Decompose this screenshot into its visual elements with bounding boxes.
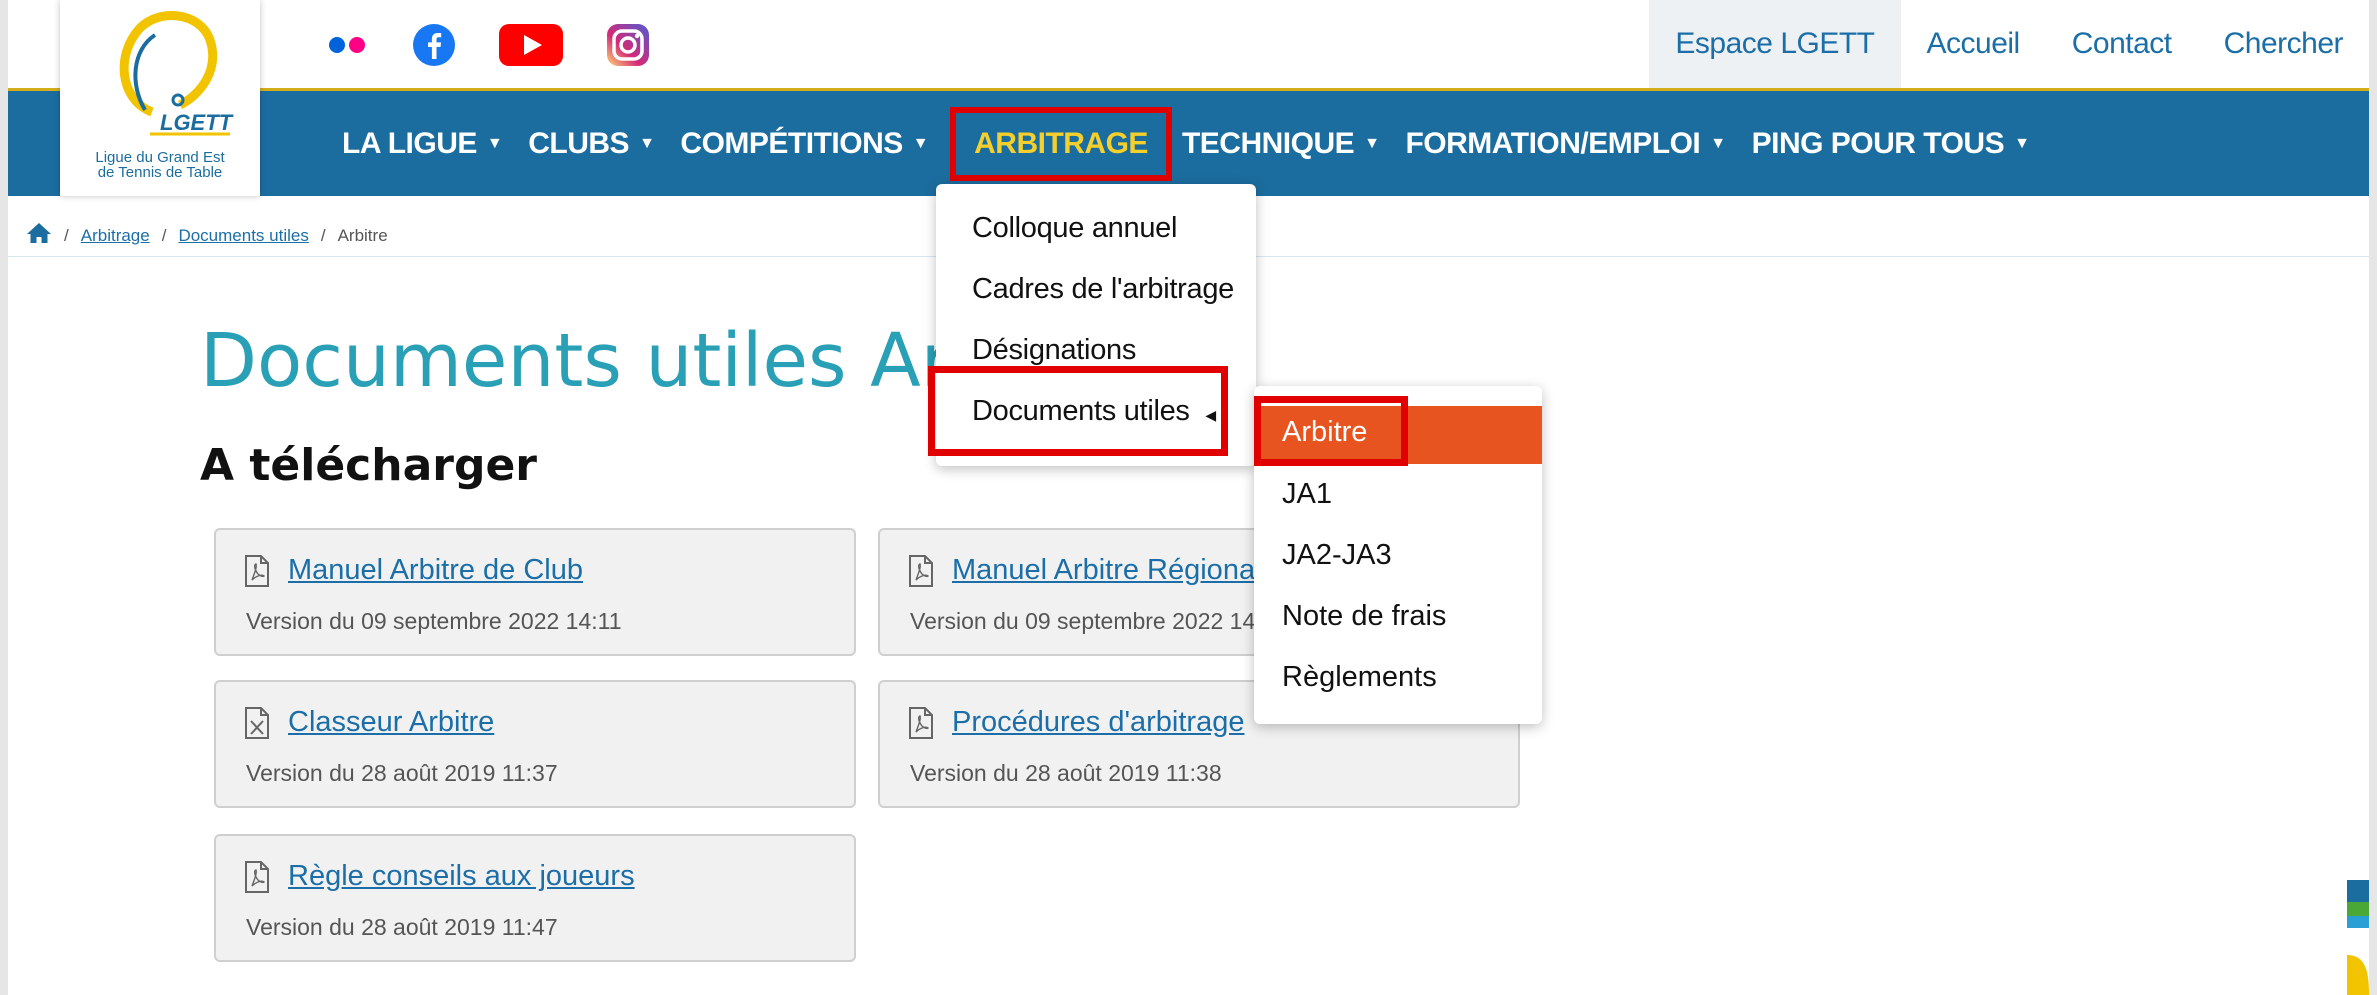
nav-item-label: COMPÉTITIONS bbox=[680, 126, 903, 160]
top-bar: Espace LGETT Accueil Contact Chercher bbox=[8, 0, 2369, 88]
caret-down-icon: ▼ bbox=[2014, 134, 2030, 152]
document-card: Manuel Arbitre de Club Version du 09 sep… bbox=[214, 528, 856, 656]
nav-item-label: ARBITRAGE bbox=[974, 126, 1148, 160]
nav-item-formation-emploi[interactable]: FORMATION/EMPLOI ▼ bbox=[1405, 126, 1726, 161]
instagram-icon[interactable] bbox=[606, 23, 650, 67]
document-title: Procédures d'arbitrage bbox=[952, 706, 1245, 738]
menu-item-designations[interactable]: Désignations bbox=[972, 334, 1136, 367]
menu-item-colloque-annuel[interactable]: Colloque annuel bbox=[972, 212, 1177, 245]
utility-nav: Espace LGETT Accueil Contact Chercher bbox=[1649, 0, 2369, 88]
nav-item-label: PING POUR TOUS bbox=[1751, 126, 2005, 160]
nav-item-label: FORMATION/EMPLOI bbox=[1405, 126, 1701, 160]
arbitre-highlight bbox=[1254, 396, 1408, 466]
document-link[interactable]: Manuel Arbitre Régional bbox=[908, 554, 1262, 587]
nav-item-ping-pour-tous[interactable]: PING POUR TOUS ▼ bbox=[1752, 127, 2030, 161]
nav-item-label: TECHNIQUE bbox=[1181, 126, 1355, 160]
document-title: Règle conseils aux joueurs bbox=[288, 860, 635, 892]
document-title: Manuel Arbitre Régional bbox=[952, 554, 1262, 586]
breadcrumb-separator: / bbox=[64, 225, 69, 245]
home-icon[interactable] bbox=[26, 222, 52, 249]
document-title: Classeur Arbitre bbox=[288, 706, 495, 738]
excel-icon bbox=[245, 706, 269, 739]
facebook-icon[interactable] bbox=[412, 23, 456, 67]
breadcrumb-documents-utiles[interactable]: Documents utiles bbox=[178, 226, 308, 246]
document-version: Version du 09 septembre 2022 14:11 bbox=[246, 608, 622, 634]
pdf-icon bbox=[909, 706, 933, 739]
accueil-link[interactable]: Accueil bbox=[1901, 0, 2046, 88]
document-title: Manuel Arbitre de Club bbox=[288, 554, 583, 586]
nav-item-label: LA LIGUE bbox=[342, 126, 477, 160]
site-logo[interactable]: LGETT Ligue du Grand Est de Tennis de Ta… bbox=[60, 0, 260, 196]
document-card: Classeur Arbitre Version du 28 août 2019… bbox=[214, 680, 856, 808]
caret-down-icon: ▼ bbox=[912, 134, 929, 152]
decorative-corner-graphic bbox=[2347, 880, 2369, 995]
caret-down-icon: ▼ bbox=[639, 134, 655, 152]
document-link[interactable]: Classeur Arbitre bbox=[244, 706, 494, 739]
caret-down-icon: ▼ bbox=[1710, 134, 1726, 152]
document-version: Version du 28 août 2019 11:38 bbox=[910, 760, 1222, 786]
nav-item-competitions[interactable]: COMPÉTITIONS ▼ bbox=[680, 127, 928, 161]
menu-item-cadres-arbitrage[interactable]: Cadres de l'arbitrage bbox=[972, 273, 1234, 306]
logo-brand: LGETT bbox=[160, 110, 234, 135]
submenu-item-reglements[interactable]: Règlements bbox=[1282, 661, 1437, 694]
caret-down-icon: ▼ bbox=[486, 134, 503, 152]
logo-caption-line1: Ligue du Grand Est bbox=[95, 149, 225, 166]
document-link[interactable]: Règle conseils aux joueurs bbox=[244, 860, 635, 893]
main-nav: LA LIGUE ▼ CLUBS ▼ COMPÉTITIONS ▼ ARBITRAGE… bbox=[342, 91, 2055, 196]
chercher-link[interactable]: Chercher bbox=[2198, 0, 2369, 88]
espace-lgett-link[interactable]: Espace LGETT bbox=[1649, 0, 1901, 88]
contact-link[interactable]: Contact bbox=[2046, 0, 2198, 88]
pdf-icon bbox=[245, 554, 269, 587]
logo-caption-line2: de Tennis de Table bbox=[97, 164, 223, 181]
nav-item-arbitrage[interactable]: ARBITRAGE bbox=[950, 106, 1172, 181]
logo-caption: Ligue du Grand Est de Tennis de Table bbox=[60, 150, 260, 180]
breadcrumb-separator: / bbox=[320, 225, 326, 245]
breadcrumb-arbitrage[interactable]: Arbitrage bbox=[81, 226, 150, 246]
document-link[interactable]: Procédures d'arbitrage bbox=[908, 706, 1244, 739]
pdf-icon bbox=[245, 860, 269, 893]
submenu-item-ja2-ja3[interactable]: JA2-JA3 bbox=[1282, 539, 1392, 572]
submenu-item-note-de-frais[interactable]: Note de frais bbox=[1282, 600, 1446, 633]
page: Espace LGETT Accueil Contact Chercher LA… bbox=[8, 0, 2369, 995]
youtube-icon[interactable] bbox=[498, 22, 564, 68]
nav-item-clubs[interactable]: CLUBS ▼ bbox=[528, 126, 655, 161]
breadcrumb: / Arbitrage / Documents utiles / Arbitre bbox=[26, 222, 388, 249]
nav-item-la-ligue[interactable]: LA LIGUE ▼ bbox=[342, 126, 503, 161]
flickr-icon[interactable] bbox=[326, 35, 370, 55]
breadcrumb-current: Arbitre bbox=[337, 225, 388, 245]
social-links bbox=[326, 22, 650, 68]
document-link[interactable]: Manuel Arbitre de Club bbox=[244, 554, 583, 587]
section-title: A télécharger bbox=[200, 440, 538, 491]
document-version: Version du 28 août 2019 11:37 bbox=[246, 760, 558, 786]
documents-utiles-highlight bbox=[928, 366, 1228, 456]
caret-down-icon: ▼ bbox=[1364, 134, 1380, 152]
document-card: Règle conseils aux joueurs Version du 28… bbox=[214, 834, 856, 962]
lgett-logo-icon: LGETT bbox=[119, 11, 234, 136]
pdf-icon bbox=[909, 554, 933, 587]
breadcrumb-separator: / bbox=[161, 225, 167, 245]
nav-item-label: CLUBS bbox=[528, 126, 630, 160]
document-version: Version du 09 septembre 2022 14:11 bbox=[910, 608, 1286, 634]
submenu-item-ja1[interactable]: JA1 bbox=[1282, 478, 1332, 511]
main-navbar: LA LIGUE ▼ CLUBS ▼ COMPÉTITIONS ▼ ARBITRAGE… bbox=[8, 88, 2369, 196]
document-version: Version du 28 août 2019 11:47 bbox=[246, 914, 558, 940]
nav-item-technique[interactable]: TECHNIQUE ▼ bbox=[1182, 127, 1380, 161]
